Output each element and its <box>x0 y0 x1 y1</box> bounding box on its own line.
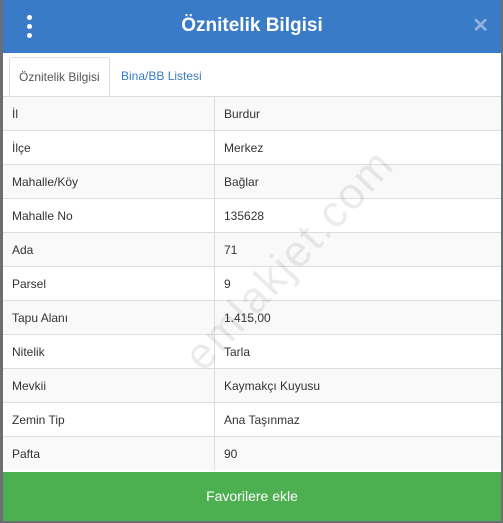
attribute-key: Parsel <box>3 266 215 301</box>
close-icon[interactable]: ✕ <box>472 14 489 38</box>
attribute-value: 71 <box>214 232 501 267</box>
attribute-value: 90 <box>214 436 501 470</box>
attribute-table: İl Burdur İlçe Merkez Mahalle/Köy Bağlar… <box>3 96 501 470</box>
table-row: İlçe Merkez <box>3 130 501 165</box>
table-row: Zemin Tip Ana Taşınmaz <box>3 402 501 437</box>
table-row: Mahalle No 135628 <box>3 198 501 233</box>
attribute-key: Mahalle No <box>3 198 215 233</box>
attribute-value: Burdur <box>214 96 501 131</box>
panel-header: Öznitelik Bilgisi ✕ <box>3 0 501 53</box>
attribute-value: Merkez <box>214 130 501 165</box>
attribute-key: Pafta <box>3 436 215 470</box>
attribute-key: Mahalle/Köy <box>3 164 215 199</box>
table-row: Pafta 90 <box>3 436 501 470</box>
attribute-value: Ana Taşınmaz <box>214 402 501 437</box>
attribute-key: Nitelik <box>3 334 215 369</box>
attribute-key: Tapu Alanı <box>3 300 215 335</box>
attribute-key: İl <box>3 96 215 131</box>
table-row: Parsel 9 <box>3 266 501 301</box>
attribute-key: İlçe <box>3 130 215 165</box>
panel-title: Öznitelik Bilgisi <box>181 15 323 36</box>
table-row: Mevkii Kaymakçı Kuyusu <box>3 368 501 403</box>
attribute-key: Zemin Tip <box>3 402 215 437</box>
tab-attribute-info[interactable]: Öznitelik Bilgisi <box>9 57 110 97</box>
table-row: Nitelik Tarla <box>3 334 501 369</box>
add-to-favorites-button[interactable]: Favorilere ekle <box>3 472 501 521</box>
table-row: Mahalle/Köy Bağlar <box>3 164 501 199</box>
attribute-info-panel: Öznitelik Bilgisi ✕ Öznitelik Bilgisi Bi… <box>0 0 503 523</box>
table-row: Tapu Alanı 1.415,00 <box>3 300 501 335</box>
attribute-value: Bağlar <box>214 164 501 199</box>
tab-building-list[interactable]: Bina/BB Listesi <box>112 57 211 95</box>
tab-bar: Öznitelik Bilgisi Bina/BB Listesi <box>3 53 501 97</box>
table-row: İl Burdur <box>3 96 501 131</box>
attribute-value: 9 <box>214 266 501 301</box>
attribute-key: Mevkii <box>3 368 215 403</box>
attribute-value: 1.415,00 <box>214 300 501 335</box>
attribute-key: Ada <box>3 232 215 267</box>
attribute-value: 135628 <box>214 198 501 233</box>
attribute-value: Tarla <box>214 334 501 369</box>
attribute-value: Kaymakçı Kuyusu <box>214 368 501 403</box>
table-row: Ada 71 <box>3 232 501 267</box>
